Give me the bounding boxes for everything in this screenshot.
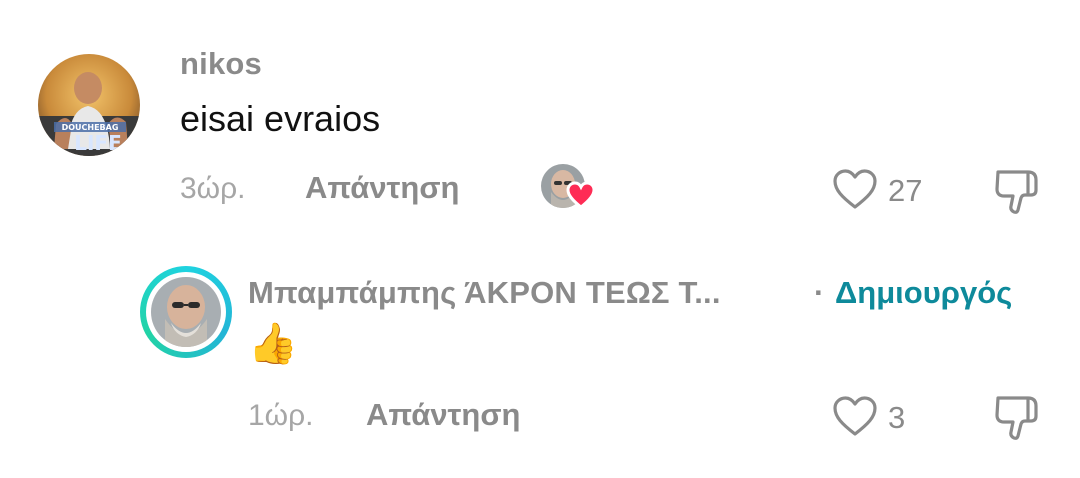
heart-outline-icon (833, 169, 877, 209)
reply-reply-button[interactable]: Απάντηση (366, 397, 520, 433)
commenter-username[interactable]: nikos (180, 46, 262, 82)
separator-dot: · (814, 275, 825, 310)
reply-timestamp: 1ώρ. (248, 399, 314, 432)
dislike-button[interactable] (992, 166, 1044, 221)
reply-like-button[interactable] (832, 395, 878, 442)
svg-text:LIFE: LIFE (74, 131, 122, 155)
user-avatar-icon: DOUCHEBAG LIFE (38, 54, 140, 156)
like-count: 27 (888, 173, 923, 208)
thumbs-down-icon (995, 170, 1038, 214)
reply-button[interactable]: Απάντηση (305, 170, 459, 206)
reply-avatar[interactable] (140, 266, 232, 358)
comment-timestamp: 3ώρ. (180, 172, 246, 205)
heart-outline-icon (833, 396, 877, 436)
reply-username[interactable]: Μπαμπάμπης ΆΚΡΟΝ ΤΕΩΣ Τ... (248, 275, 808, 311)
reply-text: 👍 (248, 322, 298, 366)
like-button[interactable] (832, 168, 878, 215)
creator-badge: Δημιουργός (835, 275, 1013, 310)
comment-text: eisai evraios (180, 98, 381, 139)
reply-dislike-button[interactable] (992, 392, 1044, 447)
thumbs-down-icon (995, 396, 1038, 440)
commenter-avatar[interactable]: DOUCHEBAG LIFE (38, 54, 140, 156)
reply-like-count: 3 (888, 400, 906, 435)
creator-liked-heart-icon (566, 181, 596, 209)
creator-avatar-icon (151, 277, 221, 347)
